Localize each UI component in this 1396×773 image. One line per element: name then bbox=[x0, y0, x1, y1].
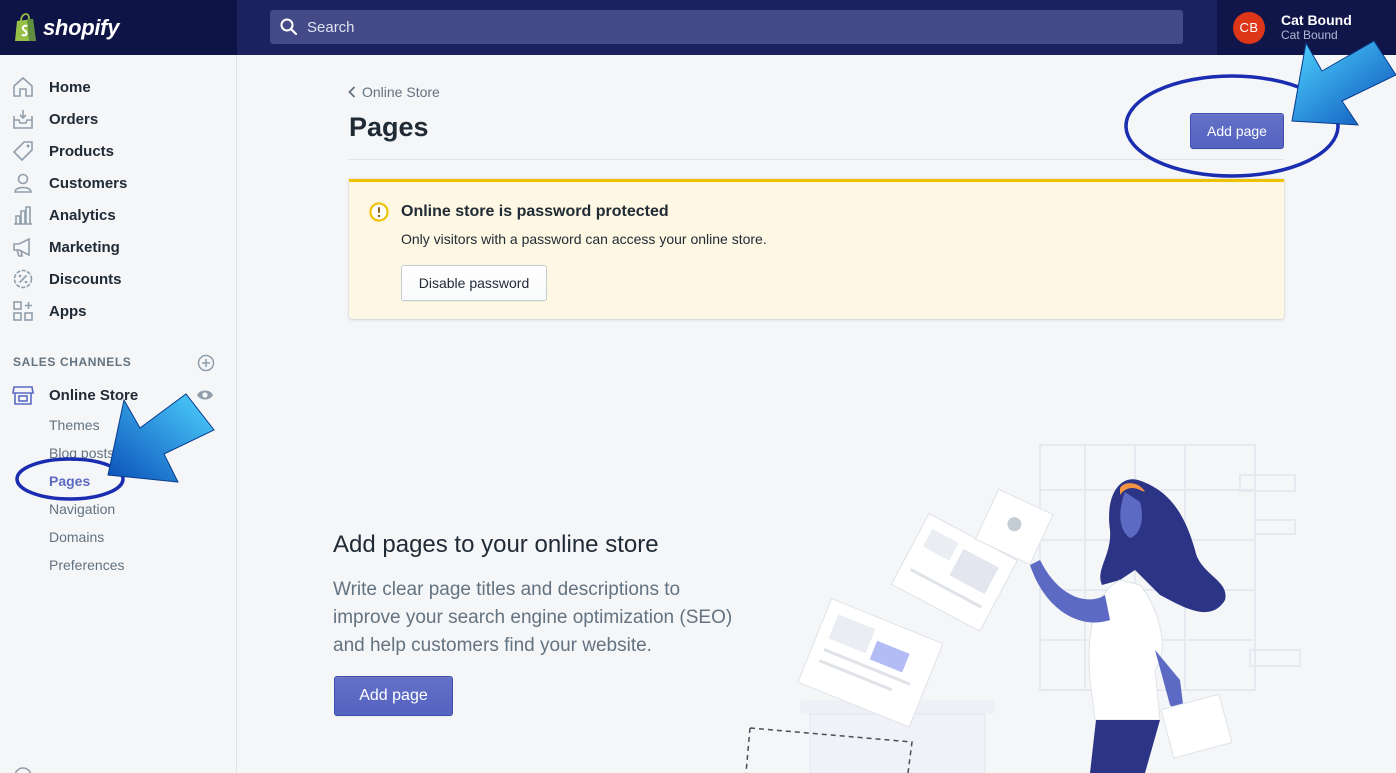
breadcrumb[interactable]: Online Store bbox=[348, 84, 440, 100]
sidebar-item-orders[interactable]: Orders bbox=[0, 103, 237, 135]
sidebar-sub-preferences[interactable]: Preferences bbox=[49, 557, 124, 573]
user-info: Cat Bound Cat Bound bbox=[1281, 12, 1352, 42]
eye-icon[interactable] bbox=[196, 389, 214, 401]
sidebar-item-label: Home bbox=[49, 78, 91, 96]
sidebar-item-label: Discounts bbox=[49, 270, 122, 288]
gear-icon[interactable] bbox=[12, 765, 34, 773]
user-name: Cat Bound bbox=[1281, 12, 1352, 29]
add-circle-icon[interactable] bbox=[197, 354, 215, 372]
arrow-annotation-top bbox=[1124, 40, 1396, 178]
sidebar-sub-themes[interactable]: Themes bbox=[49, 417, 100, 433]
search-icon bbox=[280, 18, 298, 36]
shopify-logo[interactable]: shopify bbox=[0, 0, 237, 55]
sidebar-item-label: Marketing bbox=[49, 238, 120, 256]
empty-state-text: Write clear page titles and descriptions… bbox=[333, 579, 733, 656]
warning-icon bbox=[368, 201, 390, 223]
user-menu[interactable]: CB Cat Bound Cat Bound bbox=[1217, 0, 1396, 55]
chevron-left-icon bbox=[348, 86, 356, 98]
sidebar-item-label: Analytics bbox=[49, 206, 116, 224]
sidebar-item-apps[interactable]: Apps bbox=[0, 295, 237, 327]
sidebar: Home Orders Products Customers Analytics… bbox=[0, 55, 237, 773]
sidebar-sub-navigation[interactable]: Navigation bbox=[49, 501, 115, 517]
megaphone-icon bbox=[13, 237, 30, 257]
sidebar-sub-pages[interactable]: Pages bbox=[49, 473, 90, 489]
sidebar-item-label: Orders bbox=[49, 110, 99, 128]
sidebar-item-analytics[interactable]: Analytics bbox=[0, 199, 237, 231]
empty-state-title: Add pages to your online store bbox=[333, 531, 659, 558]
sales-channels-heading: SALES CHANNELS bbox=[13, 355, 132, 369]
sidebar-item-discounts[interactable]: Discounts bbox=[0, 263, 237, 295]
empty-state-illustration bbox=[745, 444, 1301, 773]
search-placeholder: Search bbox=[307, 18, 355, 36]
bar-chart-icon bbox=[14, 206, 32, 225]
sidebar-sub-domains[interactable]: Domains bbox=[49, 529, 104, 545]
store-name: Cat Bound bbox=[1281, 27, 1338, 42]
add-page-button[interactable]: Add page bbox=[1190, 113, 1284, 149]
page-title: Pages bbox=[349, 112, 429, 142]
store-icon bbox=[12, 386, 34, 405]
sidebar-item-label: Apps bbox=[49, 302, 87, 320]
search-input[interactable]: Search bbox=[270, 10, 1183, 44]
sidebar-item-label: Products bbox=[49, 142, 115, 160]
banner-text: Only visitors with a password can access… bbox=[401, 231, 767, 247]
orders-icon bbox=[13, 110, 33, 129]
sidebar-sub-blog-posts[interactable]: Blog posts bbox=[49, 445, 114, 461]
sidebar-item-customers[interactable]: Customers bbox=[0, 167, 237, 199]
sidebar-item-online-store[interactable]: Online Store bbox=[0, 379, 237, 411]
password-banner: Online store is password protected Only … bbox=[349, 179, 1284, 319]
avatar: CB bbox=[1233, 11, 1265, 44]
sidebar-item-home[interactable]: Home bbox=[0, 71, 237, 103]
sidebar-item-marketing[interactable]: Marketing bbox=[0, 231, 237, 263]
home-icon bbox=[13, 76, 33, 97]
person-icon bbox=[14, 173, 32, 193]
breadcrumb-label: Online Store bbox=[362, 84, 440, 100]
brand-name: shopify bbox=[43, 14, 120, 40]
top-bar: shopify Search CB Cat Bound Cat Bound bbox=[0, 0, 1396, 55]
apps-icon bbox=[13, 301, 33, 321]
divider bbox=[349, 159, 1284, 160]
sidebar-item-products[interactable]: Products bbox=[0, 135, 237, 167]
sidebar-item-label: Online Store bbox=[49, 386, 139, 404]
banner-title: Online store is password protected bbox=[401, 203, 669, 220]
add-page-button-empty[interactable]: Add page bbox=[334, 676, 453, 716]
discount-icon bbox=[13, 269, 33, 289]
tag-icon bbox=[12, 141, 33, 162]
sidebar-item-label: Customers bbox=[49, 174, 128, 192]
shopping-bag-icon bbox=[15, 12, 36, 41]
disable-password-button[interactable]: Disable password bbox=[401, 265, 547, 301]
